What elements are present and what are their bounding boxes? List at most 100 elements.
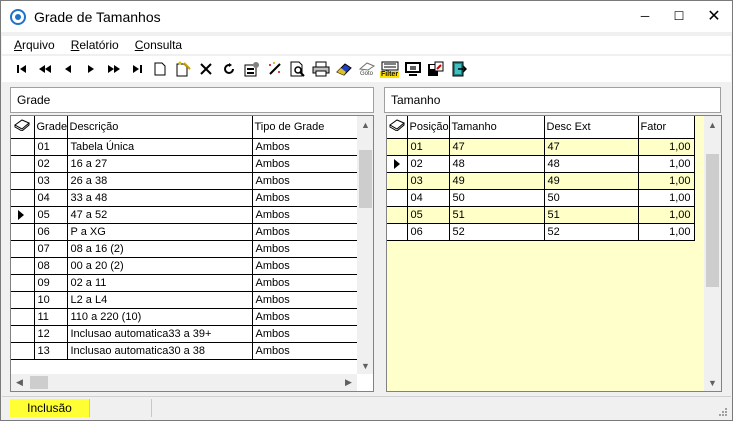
table-cell[interactable]: 51 xyxy=(449,206,545,224)
table-cell[interactable]: Ambos xyxy=(252,206,358,224)
table-cell[interactable]: 03 xyxy=(407,172,450,190)
table-row[interactable]: 05 51 51 1,00 xyxy=(387,206,695,224)
table-cell[interactable]: 04 xyxy=(34,189,68,207)
row-indicator[interactable] xyxy=(387,189,408,207)
table-cell[interactable]: Inclusao automatica33 a 39+ xyxy=(67,325,253,343)
table-cell[interactable]: L2 a L4 xyxy=(67,291,253,309)
table-cell[interactable]: 51 xyxy=(544,206,639,224)
maximize-button[interactable]: ☐ xyxy=(662,1,696,31)
row-indicator[interactable] xyxy=(387,223,408,241)
next-record-button[interactable] xyxy=(79,58,102,80)
row-indicator[interactable] xyxy=(387,172,408,190)
table-cell[interactable]: 48 xyxy=(449,155,545,173)
table-cell[interactable]: Ambos xyxy=(252,240,358,258)
col-desc-ext[interactable]: Desc Ext xyxy=(544,116,639,139)
table-cell[interactable]: Ambos xyxy=(252,308,358,326)
table-row[interactable]: 02 16 a 27 Ambos xyxy=(11,155,358,173)
table-cell[interactable]: Ambos xyxy=(252,342,358,360)
screen-button[interactable] xyxy=(401,58,424,80)
close-button[interactable]: ✕ xyxy=(696,1,732,31)
table-cell[interactable]: 33 a 48 xyxy=(67,189,253,207)
table-cell[interactable]: 49 xyxy=(449,172,545,190)
tamanho-table-corner[interactable] xyxy=(387,116,408,139)
table-cell[interactable]: 12 xyxy=(34,325,68,343)
table-cell[interactable]: 1,00 xyxy=(638,172,695,190)
table-row[interactable]: 06 P a XG Ambos xyxy=(11,223,358,241)
table-cell[interactable]: Ambos xyxy=(252,189,358,207)
grade-horizontal-scrollbar[interactable]: ◀ ▶ xyxy=(11,374,357,391)
minimize-button[interactable]: ─ xyxy=(628,1,662,31)
table-cell[interactable]: 47 xyxy=(544,138,639,156)
new-record-button[interactable] xyxy=(148,58,171,80)
menu-consulta[interactable]: Consulta xyxy=(123,36,186,54)
table-cell[interactable]: 00 a 20 (2) xyxy=(67,257,253,275)
table-cell[interactable]: P a XG xyxy=(67,223,253,241)
delete-record-button[interactable] xyxy=(194,58,217,80)
row-indicator[interactable] xyxy=(11,291,35,309)
refresh-button[interactable] xyxy=(217,58,240,80)
table-cell[interactable]: 49 xyxy=(544,172,639,190)
table-cell[interactable]: 01 xyxy=(34,138,68,156)
table-cell[interactable]: 02 xyxy=(407,155,450,173)
grade-horizontal-thumb[interactable] xyxy=(30,376,48,389)
print-button[interactable] xyxy=(309,58,332,80)
table-cell[interactable]: 05 xyxy=(407,206,450,224)
table-cell[interactable]: 02 a 11 xyxy=(67,274,253,292)
table-cell[interactable]: 52 xyxy=(449,223,545,241)
table-cell[interactable]: Tabela Única xyxy=(67,138,253,156)
next-page-button[interactable] xyxy=(102,58,125,80)
scroll-up-icon[interactable]: ▲ xyxy=(357,116,373,133)
scroll-up-icon[interactable]: ▲ xyxy=(704,116,721,133)
table-cell[interactable]: 16 a 27 xyxy=(67,155,253,173)
wand-button[interactable] xyxy=(263,58,286,80)
row-indicator[interactable] xyxy=(11,274,35,292)
edit-record-button[interactable] xyxy=(171,58,194,80)
table-row[interactable]: 06 52 52 1,00 xyxy=(387,223,695,241)
row-indicator[interactable] xyxy=(11,138,35,156)
row-indicator[interactable] xyxy=(11,257,35,275)
col-tipo-de-grade[interactable]: Tipo de Grade xyxy=(252,116,358,139)
menu-arquivo[interactable]: Arquivo xyxy=(2,36,59,54)
row-indicator[interactable] xyxy=(11,172,35,190)
table-cell[interactable]: Ambos xyxy=(252,172,358,190)
table-cell[interactable]: Ambos xyxy=(252,325,358,343)
resize-grip-icon[interactable] xyxy=(718,407,728,417)
properties-button[interactable] xyxy=(240,58,263,80)
save-export-button[interactable] xyxy=(424,58,447,80)
menu-relatorio[interactable]: Relatório xyxy=(59,36,123,54)
row-indicator[interactable] xyxy=(11,223,35,241)
table-row[interactable]: 11 110 a 220 (10) Ambos xyxy=(11,308,358,326)
table-cell[interactable]: 52 xyxy=(544,223,639,241)
row-indicator[interactable] xyxy=(11,206,35,224)
table-cell[interactable]: Ambos xyxy=(252,223,358,241)
table-cell[interactable]: 50 xyxy=(544,189,639,207)
tamanho-vertical-scrollbar[interactable]: ▲ ▼ xyxy=(704,116,721,391)
table-cell[interactable]: 08 xyxy=(34,257,68,275)
col-fator[interactable]: Fator xyxy=(638,116,695,139)
table-cell[interactable]: 11 xyxy=(34,308,68,326)
table-cell[interactable]: Ambos xyxy=(252,138,358,156)
table-cell[interactable]: 13 xyxy=(34,342,68,360)
table-cell[interactable]: 06 xyxy=(34,223,68,241)
table-cell[interactable]: 50 xyxy=(449,189,545,207)
row-indicator[interactable] xyxy=(387,206,408,224)
table-cell[interactable]: 10 xyxy=(34,291,68,309)
table-cell[interactable]: 05 xyxy=(34,206,68,224)
filter-button[interactable]: Filter xyxy=(378,58,401,80)
grade-vertical-scrollbar[interactable]: ▲ ▼ xyxy=(357,116,373,374)
print-preview-button[interactable] xyxy=(286,58,309,80)
table-cell[interactable]: 04 xyxy=(407,189,450,207)
table-row[interactable]: 04 50 50 1,00 xyxy=(387,189,695,207)
row-indicator[interactable] xyxy=(387,138,408,156)
table-row[interactable]: 07 08 a 16 (2) Ambos xyxy=(11,240,358,258)
table-cell[interactable]: Ambos xyxy=(252,155,358,173)
first-record-button[interactable] xyxy=(10,58,33,80)
table-cell[interactable]: 1,00 xyxy=(638,138,695,156)
table-cell[interactable]: 1,00 xyxy=(638,189,695,207)
col-posicao[interactable]: Posição xyxy=(407,116,450,139)
col-tamanho[interactable]: Tamanho xyxy=(449,116,545,139)
row-indicator[interactable] xyxy=(11,240,35,258)
exit-button[interactable] xyxy=(447,58,470,80)
table-cell[interactable]: Ambos xyxy=(252,291,358,309)
table-cell[interactable]: 06 xyxy=(407,223,450,241)
